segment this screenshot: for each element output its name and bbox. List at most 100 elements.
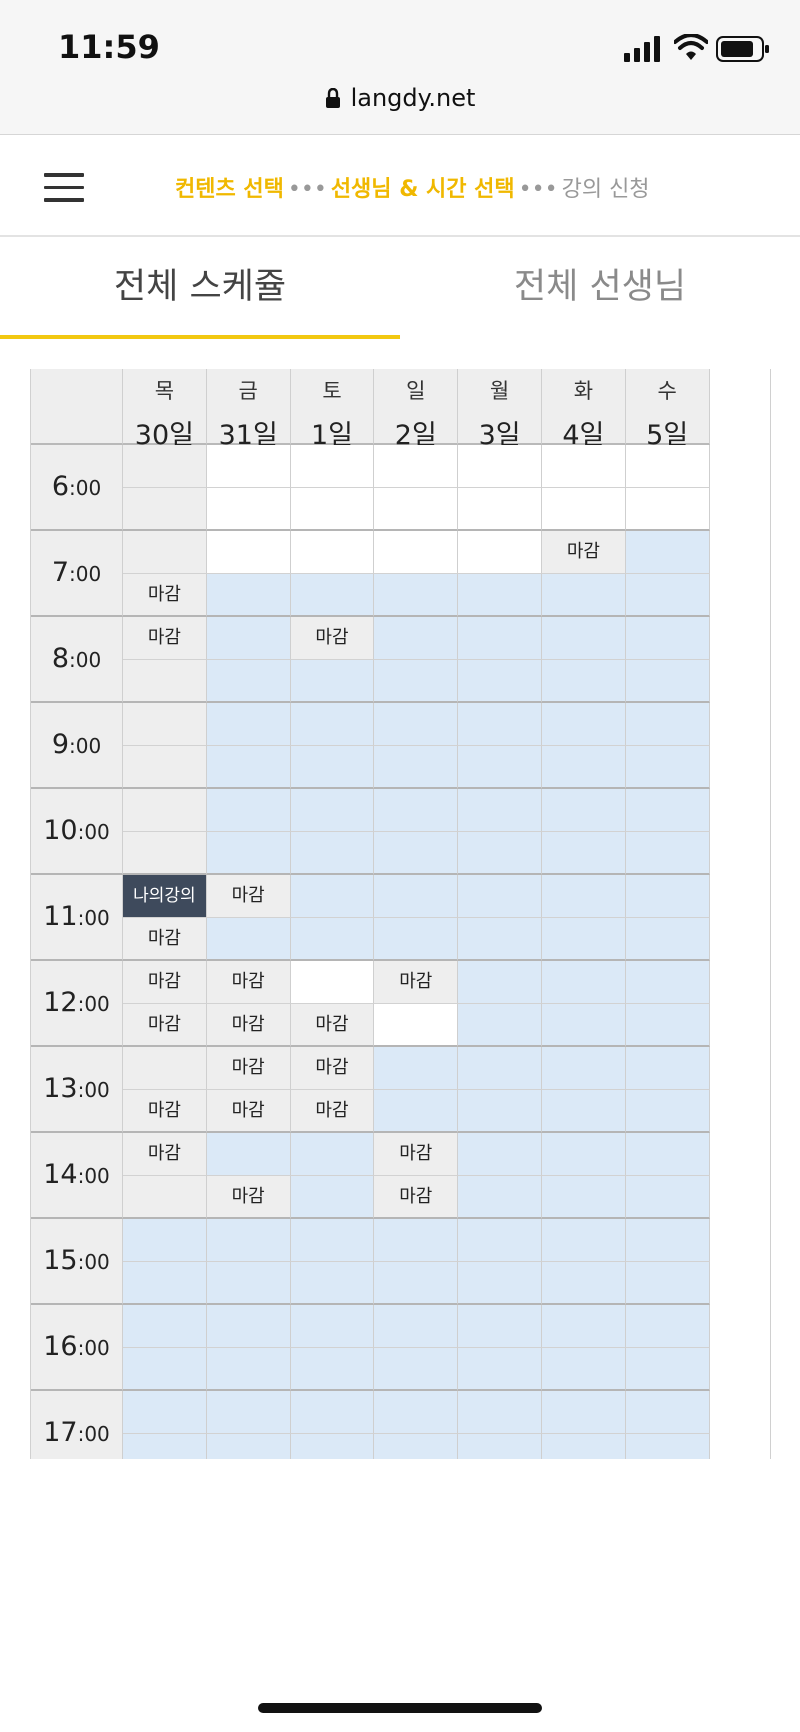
tab-all-schedule[interactable]: 전체 스케쥴 — [0, 237, 400, 339]
available-slot[interactable] — [625, 961, 710, 1004]
available-slot[interactable] — [542, 789, 626, 832]
available-slot[interactable] — [374, 574, 459, 617]
available-slot[interactable] — [458, 1219, 542, 1262]
available-slot[interactable] — [374, 832, 459, 875]
available-slot[interactable] — [206, 1262, 291, 1305]
available-slot[interactable] — [290, 660, 375, 703]
available-slot[interactable] — [625, 1391, 710, 1434]
available-slot[interactable] — [123, 1391, 207, 1434]
available-slot[interactable] — [206, 1391, 291, 1434]
available-slot[interactable] — [625, 875, 710, 918]
available-slot[interactable] — [206, 1348, 291, 1391]
available-slot[interactable] — [206, 746, 291, 789]
available-slot[interactable] — [625, 703, 710, 746]
available-slot[interactable] — [542, 1391, 626, 1434]
available-slot[interactable] — [123, 1434, 207, 1459]
available-slot[interactable] — [123, 1262, 207, 1305]
available-slot[interactable] — [625, 1262, 710, 1305]
available-slot[interactable] — [290, 574, 375, 617]
available-slot[interactable] — [123, 1305, 207, 1348]
available-slot[interactable] — [458, 617, 542, 660]
available-slot[interactable] — [374, 1305, 459, 1348]
available-slot[interactable] — [625, 1434, 710, 1459]
available-slot[interactable] — [458, 660, 542, 703]
available-slot[interactable] — [290, 1262, 375, 1305]
available-slot[interactable] — [290, 789, 375, 832]
available-slot[interactable] — [123, 1219, 207, 1262]
available-slot[interactable] — [542, 1090, 626, 1133]
available-slot[interactable] — [458, 875, 542, 918]
available-slot[interactable] — [458, 574, 542, 617]
available-slot[interactable] — [625, 531, 710, 574]
available-slot[interactable] — [625, 918, 710, 961]
available-slot[interactable] — [206, 1133, 291, 1176]
available-slot[interactable] — [625, 1090, 710, 1133]
available-slot[interactable] — [542, 918, 626, 961]
available-slot[interactable] — [458, 1434, 542, 1459]
address-bar[interactable]: langdy.net — [0, 84, 800, 112]
available-slot[interactable] — [542, 746, 626, 789]
available-slot[interactable] — [625, 832, 710, 875]
available-slot[interactable] — [542, 1262, 626, 1305]
available-slot[interactable] — [625, 1176, 710, 1219]
available-slot[interactable] — [458, 918, 542, 961]
available-slot[interactable] — [206, 660, 291, 703]
available-slot[interactable] — [625, 1219, 710, 1262]
available-slot[interactable] — [374, 746, 459, 789]
my-lesson-slot[interactable]: 나의강의 — [123, 875, 207, 918]
available-slot[interactable] — [458, 746, 542, 789]
available-slot[interactable] — [542, 1348, 626, 1391]
available-slot[interactable] — [374, 875, 459, 918]
available-slot[interactable] — [542, 1434, 626, 1459]
available-slot[interactable] — [625, 1305, 710, 1348]
available-slot[interactable] — [458, 832, 542, 875]
available-slot[interactable] — [458, 1391, 542, 1434]
available-slot[interactable] — [625, 574, 710, 617]
available-slot[interactable] — [374, 660, 459, 703]
available-slot[interactable] — [374, 1090, 459, 1133]
available-slot[interactable] — [290, 1176, 375, 1219]
available-slot[interactable] — [625, 1348, 710, 1391]
available-slot[interactable] — [542, 1004, 626, 1047]
available-slot[interactable] — [625, 1133, 710, 1176]
available-slot[interactable] — [206, 703, 291, 746]
available-slot[interactable] — [206, 832, 291, 875]
available-slot[interactable] — [542, 875, 626, 918]
available-slot[interactable] — [374, 703, 459, 746]
available-slot[interactable] — [625, 660, 710, 703]
available-slot[interactable] — [374, 1219, 459, 1262]
available-slot[interactable] — [458, 1133, 542, 1176]
available-slot[interactable] — [290, 832, 375, 875]
available-slot[interactable] — [290, 1434, 375, 1459]
available-slot[interactable] — [458, 1305, 542, 1348]
available-slot[interactable] — [458, 1176, 542, 1219]
available-slot[interactable] — [374, 1391, 459, 1434]
available-slot[interactable] — [374, 1047, 459, 1090]
available-slot[interactable] — [206, 918, 291, 961]
available-slot[interactable] — [458, 1047, 542, 1090]
available-slot[interactable] — [374, 918, 459, 961]
available-slot[interactable] — [290, 703, 375, 746]
available-slot[interactable] — [542, 832, 626, 875]
available-slot[interactable] — [458, 703, 542, 746]
available-slot[interactable] — [542, 1047, 626, 1090]
available-slot[interactable] — [374, 789, 459, 832]
available-slot[interactable] — [290, 918, 375, 961]
available-slot[interactable] — [542, 961, 626, 1004]
available-slot[interactable] — [206, 789, 291, 832]
hamburger-menu-icon[interactable] — [44, 173, 84, 202]
available-slot[interactable] — [458, 1262, 542, 1305]
available-slot[interactable] — [458, 1348, 542, 1391]
available-slot[interactable] — [542, 1305, 626, 1348]
available-slot[interactable] — [542, 1176, 626, 1219]
available-slot[interactable] — [290, 1348, 375, 1391]
available-slot[interactable] — [206, 1305, 291, 1348]
available-slot[interactable] — [290, 746, 375, 789]
available-slot[interactable] — [625, 789, 710, 832]
available-slot[interactable] — [458, 1090, 542, 1133]
available-slot[interactable] — [290, 1133, 375, 1176]
available-slot[interactable] — [625, 1047, 710, 1090]
available-slot[interactable] — [374, 1262, 459, 1305]
available-slot[interactable] — [542, 1219, 626, 1262]
available-slot[interactable] — [458, 1004, 542, 1047]
